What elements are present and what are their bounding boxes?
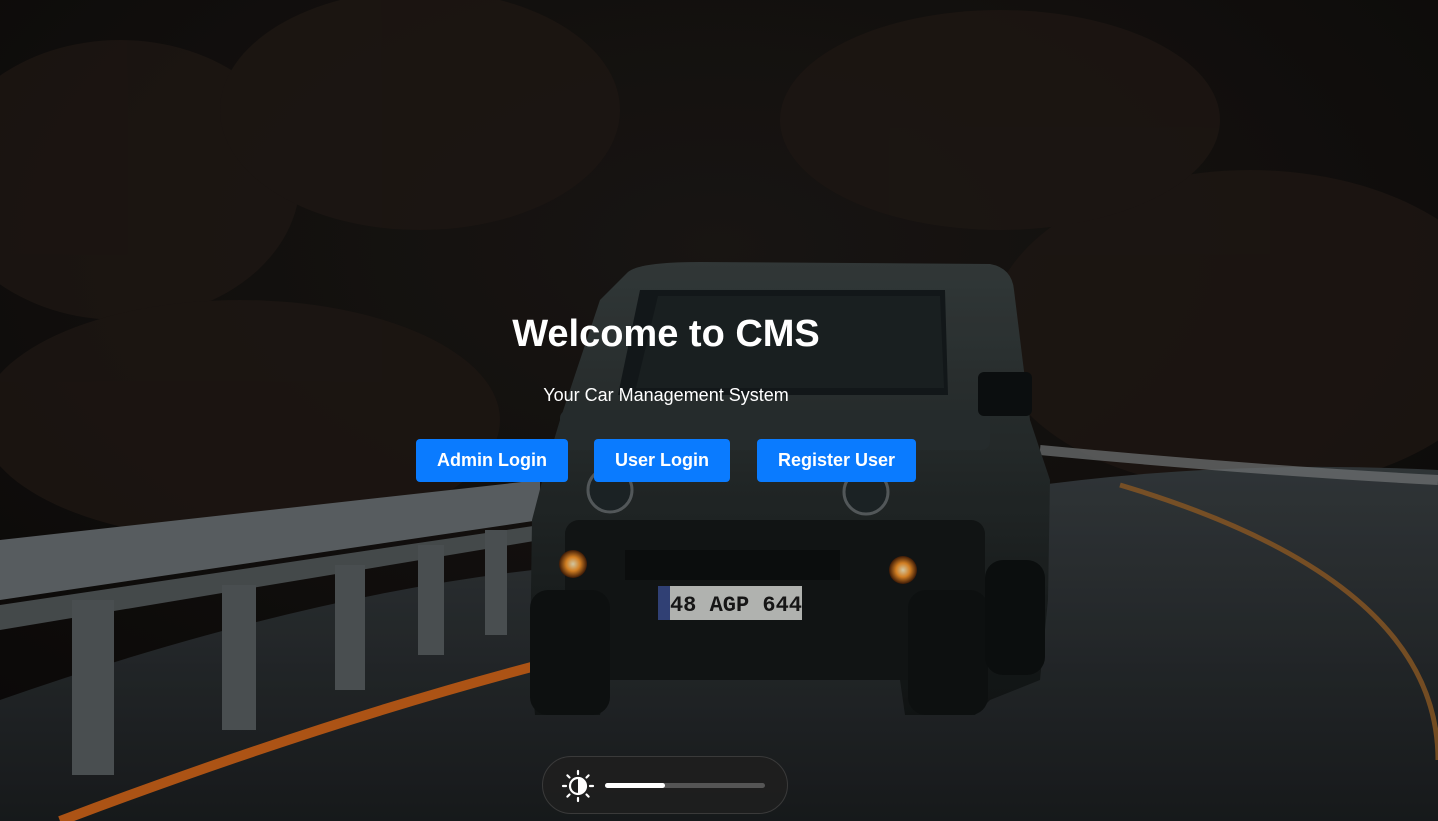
brightness-control xyxy=(542,756,788,814)
page-subtitle: Your Car Management System xyxy=(543,385,789,405)
page-title: Welcome to CMS xyxy=(512,313,820,355)
admin-login-button[interactable]: Admin Login xyxy=(416,439,568,482)
register-user-button[interactable]: Register User xyxy=(757,439,916,482)
user-login-button[interactable]: User Login xyxy=(594,439,730,482)
brightness-slider-fill xyxy=(605,783,665,788)
brightness-slider[interactable] xyxy=(605,783,765,788)
background-image: 48 AGP 644 xyxy=(0,0,1438,821)
brightness-icon xyxy=(561,769,595,803)
